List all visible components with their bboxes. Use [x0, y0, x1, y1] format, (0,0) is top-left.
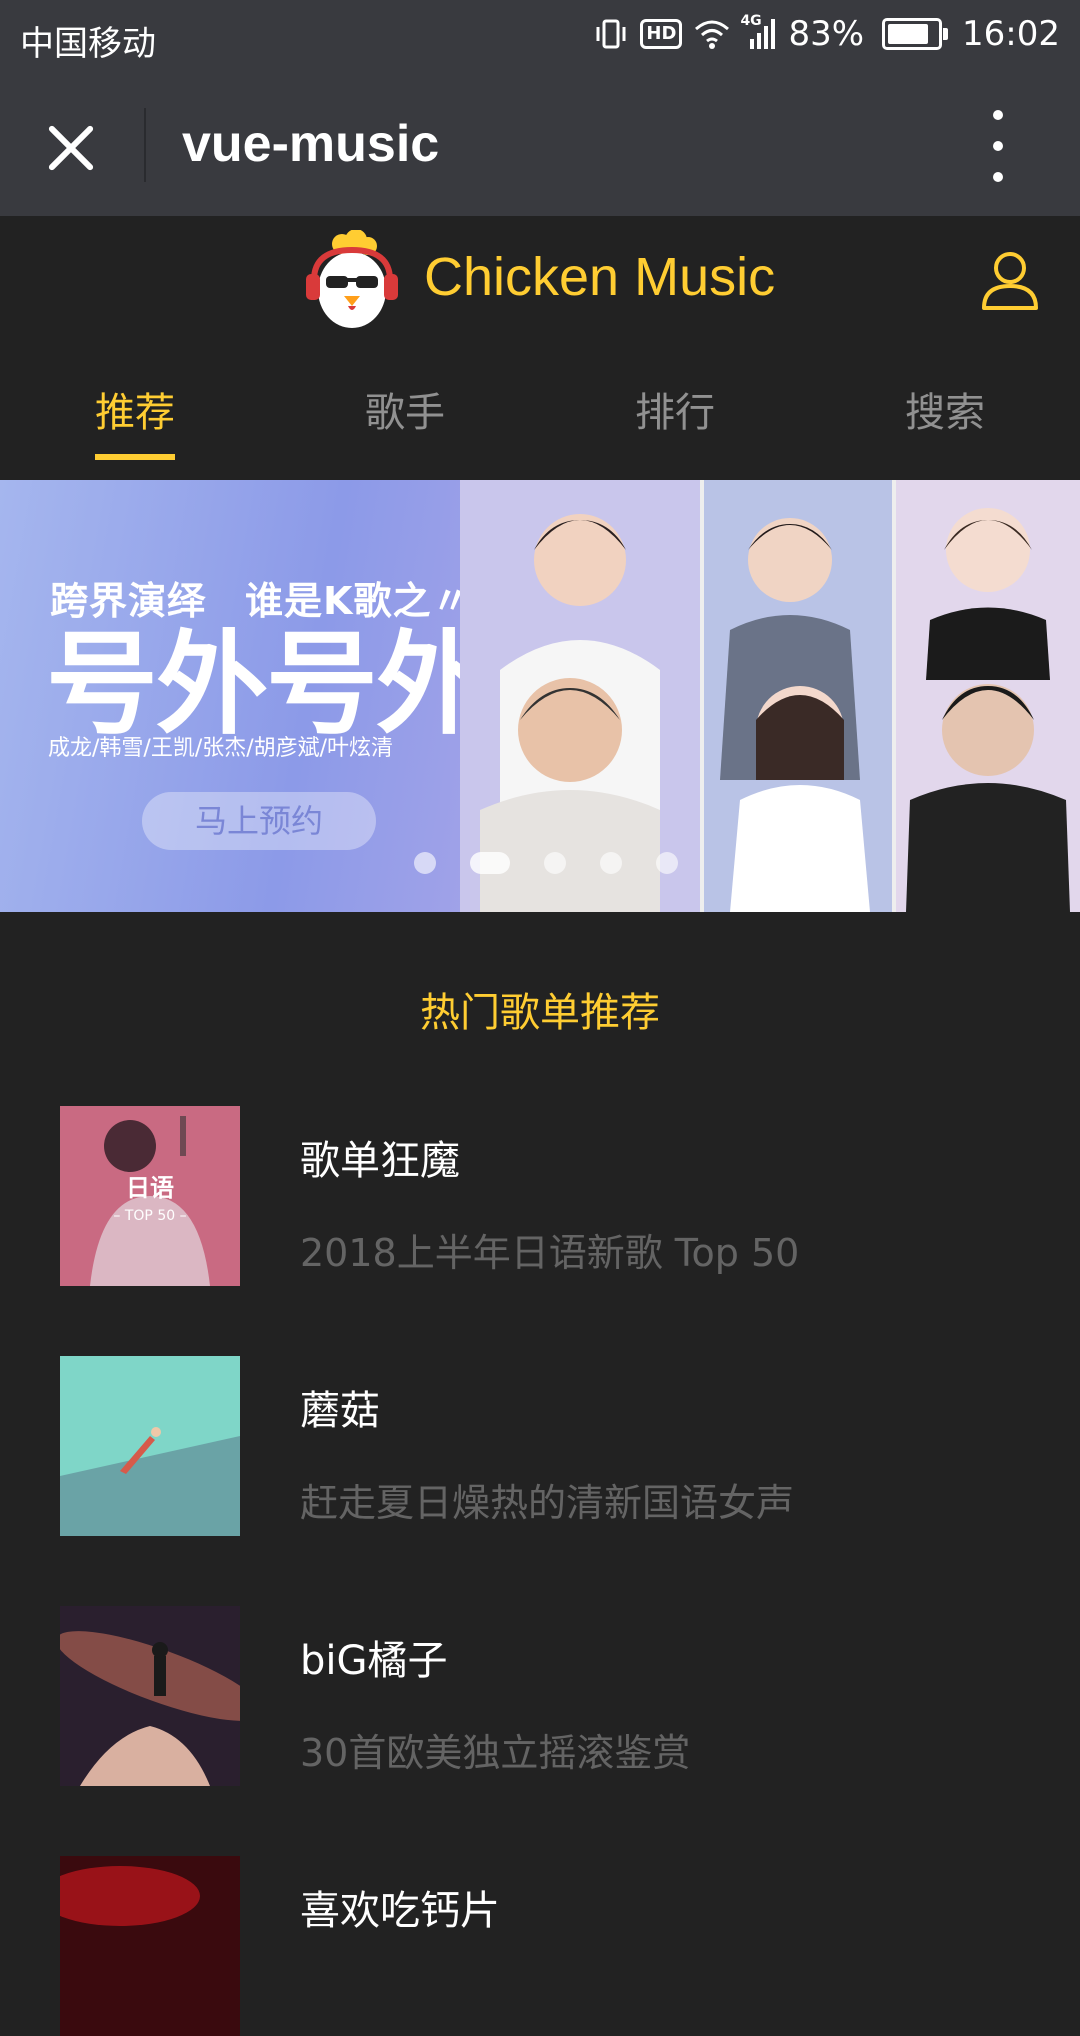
playlist-cover: 日语 – TOP 50 –	[60, 1106, 240, 1286]
playlist-name: biG橘子	[300, 1638, 448, 1684]
playlist-name: 喜欢吃钙片	[300, 1888, 500, 1934]
more-options-button[interactable]	[978, 110, 1018, 182]
banner-dot[interactable]	[656, 852, 678, 874]
banner-slider[interactable]: 跨界演绎 谁是K歌之〃神〃 号外号外 成龙/韩雪/王凯/张杰/胡彦斌/叶炫清 马…	[0, 480, 1080, 912]
banner-reserve-button[interactable]: 马上预约	[142, 792, 376, 850]
banner-dot[interactable]	[414, 852, 436, 874]
tab-rank[interactable]: 排行	[540, 342, 810, 480]
tab-singer[interactable]: 歌手	[270, 342, 540, 480]
list-item[interactable]: biG橘子 30首欧美独立摇滚鉴赏	[0, 1606, 1080, 1786]
close-button[interactable]	[40, 116, 104, 180]
tab-label: 推荐	[95, 380, 175, 460]
battery-percent: 83%	[788, 14, 865, 54]
playlist-cover	[60, 1856, 240, 2036]
playlist-desc: 30首欧美独立摇滚鉴赏	[300, 1731, 691, 1775]
tab-label: 排行	[635, 390, 715, 436]
tab-label: 搜索	[905, 390, 985, 436]
app-header: Chicken Music	[0, 216, 1080, 342]
list-item[interactable]: 日语 – TOP 50 – 歌单狂魔 2018上半年日语新歌 Top 50	[0, 1106, 1080, 1286]
status-bar: 中国移动 HD 4G 83% 16:02	[0, 0, 1080, 74]
tab-bar: 推荐 歌手 排行 搜索	[0, 342, 1080, 480]
playlist-name: 歌单狂魔	[300, 1138, 460, 1184]
signal-icon: 4G	[740, 13, 776, 49]
network-type-label: 4G	[740, 13, 762, 29]
banner-dot[interactable]	[600, 852, 622, 874]
vibrate-icon	[594, 17, 628, 51]
app-title: Chicken Music	[424, 247, 776, 307]
status-icons: HD 4G 83% 16:02	[594, 13, 1060, 54]
battery-fill	[888, 24, 928, 44]
tab-label: 歌手	[365, 390, 445, 436]
tab-recommend[interactable]: 推荐	[0, 342, 270, 480]
hd-icon: HD	[640, 19, 683, 49]
banner-artist-names: 成龙/韩雪/王凯/张杰/胡彦斌/叶炫清	[48, 736, 394, 761]
playlist-desc: 2018上半年日语新歌 Top 50	[300, 1231, 800, 1275]
banner-dot[interactable]	[544, 852, 566, 874]
carrier-label: 中国移动	[20, 24, 156, 64]
playlist-name: 蘑菇	[300, 1388, 380, 1434]
cover-subtitle: – TOP 50 –	[113, 1208, 186, 1224]
playlist-cover	[60, 1356, 240, 1536]
chicken-logo	[306, 230, 398, 328]
browser-header: vue-music	[0, 74, 1080, 216]
clock: 16:02	[962, 14, 1060, 54]
banner-pagination	[414, 852, 678, 874]
banner-dot[interactable]	[470, 852, 510, 874]
tab-search[interactable]: 搜索	[810, 342, 1080, 480]
list-item[interactable]: 喜欢吃钙片	[0, 1856, 1080, 2036]
cover-title: 日语	[126, 1174, 174, 1202]
list-item[interactable]: 蘑菇 赶走夏日燥热的清新国语女声	[0, 1356, 1080, 1536]
user-icon[interactable]	[978, 248, 1042, 312]
wifi-icon	[694, 19, 730, 49]
banner-artists-image	[460, 480, 1080, 912]
battery-icon	[882, 18, 949, 50]
section-title: 热门歌单推荐	[420, 990, 660, 1036]
page-title: vue-music	[182, 115, 440, 173]
playlist-cover	[60, 1606, 240, 1786]
playlist-desc: 赶走夏日燥热的清新国语女声	[300, 1481, 795, 1525]
header-divider	[144, 108, 146, 182]
